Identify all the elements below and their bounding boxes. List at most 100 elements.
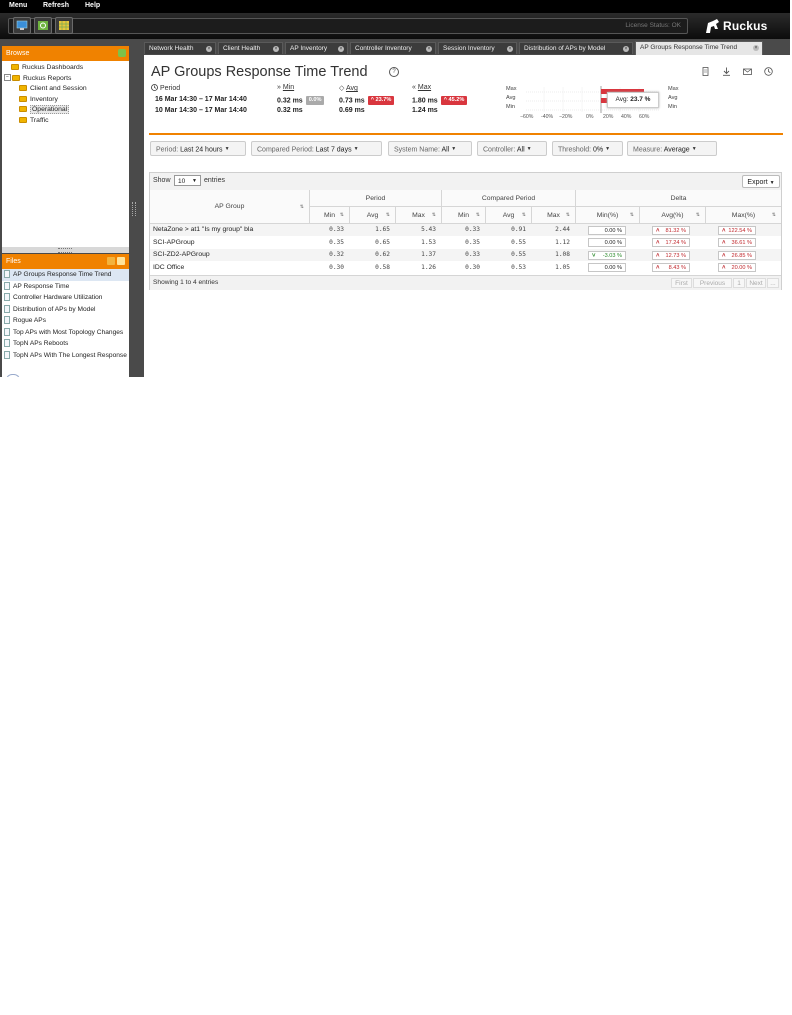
file-item[interactable]: Controller Hardware Utilization (2, 292, 129, 304)
sort-icon[interactable]: ⇅ (476, 207, 480, 224)
tree-node-label: Ruckus Dashboards (22, 64, 84, 71)
close-icon[interactable]: × (623, 46, 629, 52)
email-icon[interactable] (743, 67, 752, 76)
filter-value: Last 24 hours (180, 146, 223, 154)
sort-icon[interactable]: ⇅ (300, 190, 304, 224)
compared-max: 1.24 ms (412, 107, 438, 114)
download-icon[interactable] (722, 67, 731, 76)
tab-ap-inventory[interactable]: AP Inventory × (285, 42, 348, 54)
pager-next-button[interactable]: Next (746, 278, 766, 288)
pager--button[interactable]: ... (767, 278, 779, 288)
sort-icon[interactable]: ⇅ (386, 207, 390, 224)
folder-icon (19, 106, 27, 113)
delta-value: 122.54 % (728, 227, 752, 234)
vertical-splitter[interactable] (129, 39, 143, 377)
delta-min-header[interactable]: Min(%) ⇅ (576, 207, 640, 224)
delta-max-header[interactable]: Max(%) ⇅ (706, 207, 781, 224)
tree-node[interactable]: Ruckus Dashboards (2, 63, 129, 74)
refresh-icon[interactable] (34, 17, 52, 34)
arrow-up-icon: ˄ (722, 240, 726, 246)
period-max-header[interactable]: Max ⇅ (396, 207, 442, 224)
file-item[interactable]: Rogue APs (2, 315, 129, 327)
list-icon[interactable] (117, 257, 125, 265)
avg-label: Avg (345, 85, 358, 92)
tree-node[interactable]: Inventory (2, 95, 129, 106)
info-icon[interactable]: ? (389, 67, 399, 77)
file-item-label: Top APs with Most Topology Changes (13, 328, 124, 336)
menu-help[interactable]: Help (85, 2, 100, 9)
period-max-delta: ^ 45.2% (440, 96, 468, 105)
file-item[interactable]: AP Response Time (2, 281, 129, 293)
sort-icon[interactable]: ⇅ (630, 207, 634, 224)
tree-node[interactable]: − Ruckus Reports (2, 74, 129, 85)
compared-period-filter[interactable]: Compared Period: Last 7 days ▼ (251, 141, 382, 156)
delta-avg-header[interactable]: Avg(%) ⇅ (640, 207, 706, 224)
close-icon[interactable]: × (206, 46, 212, 52)
system-name-filter[interactable]: System Name: All ▼ (388, 141, 472, 156)
tab-client-health[interactable]: Client Health × (218, 42, 283, 54)
file-item[interactable]: Distribution of APs by Model (2, 304, 129, 316)
collapse-icon[interactable]: − (4, 74, 11, 82)
file-item-label: Rogue APs (13, 317, 46, 324)
tree-node[interactable]: Traffic (2, 116, 129, 127)
sort-icon[interactable]: ⇅ (522, 207, 526, 224)
controller-filter[interactable]: Controller: All ▼ (477, 141, 547, 156)
threshold-filter[interactable]: Threshold: 0% ▼ (552, 141, 623, 156)
close-icon[interactable]: × (273, 46, 279, 52)
compared-min-header[interactable]: Min ⇅ (442, 207, 486, 224)
report-grid-icon[interactable] (55, 17, 73, 34)
tree-node-label: Operational (30, 105, 70, 114)
export-button[interactable]: Export ▼ (742, 175, 780, 188)
menu-menu[interactable]: Menu (9, 2, 27, 9)
document-icon[interactable] (701, 67, 710, 76)
c-max-cell: 1.12 (555, 238, 570, 246)
period-min-header[interactable]: Min ⇅ (310, 207, 350, 224)
ap-group-header[interactable]: AP Group ⇅ (150, 190, 310, 224)
tab-controller-inventory[interactable]: Controller Inventory × (350, 42, 436, 54)
pager-1-button[interactable]: 1 (733, 278, 745, 288)
sort-icon[interactable]: ⇅ (696, 207, 700, 224)
pager-first-button[interactable]: First (671, 278, 692, 288)
file-item[interactable]: TopN APs With The Longest Response (2, 350, 129, 362)
monitor-icon[interactable] (13, 17, 31, 34)
menu-refresh[interactable]: Refresh (43, 2, 69, 9)
file-item[interactable]: AP Groups Response Time Trend (2, 269, 129, 281)
compared-avg: 0.69 ms (339, 107, 365, 114)
tree-node[interactable]: Client and Session (2, 84, 129, 95)
tab-session-inventory[interactable]: Session Inventory × (438, 42, 517, 54)
period-avg-header[interactable]: Avg ⇅ (350, 207, 396, 224)
tab-network-health[interactable]: Network Health × (144, 42, 216, 54)
tab-ap-groups-response-time-trend[interactable]: AP Groups Response Time Trend × (635, 41, 763, 55)
close-icon[interactable]: × (338, 46, 344, 52)
sort-icon[interactable]: ⇅ (340, 207, 344, 224)
c-min-cell: 0.30 (465, 263, 480, 271)
pager-previous-button[interactable]: Previous (693, 278, 732, 288)
compared-group-header-label: Compared Period (481, 195, 536, 202)
close-icon[interactable]: × (426, 46, 432, 52)
ap-group-cell: SCI-ZD2-APGroup (153, 251, 210, 258)
sort-icon[interactable]: ⇅ (432, 207, 436, 224)
clock-icon[interactable] (764, 67, 773, 76)
measure-filter[interactable]: Measure: Average ▼ (627, 141, 717, 156)
c-avg-cell: 0.53 (511, 263, 526, 271)
sort-icon[interactable]: ⇅ (772, 207, 776, 224)
page-size-select[interactable]: 10 ▼ (174, 175, 201, 186)
close-icon[interactable]: × (507, 46, 513, 52)
file-item[interactable]: Top APs with Most Topology Changes (2, 327, 129, 339)
period-filter[interactable]: Period: Last 24 hours ▼ (150, 141, 246, 156)
filter-label: Measure: (633, 146, 663, 154)
page-size-value: 10 (178, 178, 186, 185)
tree-node[interactable]: Operational (2, 105, 129, 116)
file-item[interactable]: TopN APs Reboots (2, 338, 129, 350)
tab-distribution-of-aps-by-model[interactable]: Distribution of APs by Model × (519, 42, 633, 54)
compared-avg-header[interactable]: Avg ⇅ (486, 207, 532, 224)
mini-tick: 20% (603, 114, 614, 120)
add-icon[interactable] (118, 49, 126, 57)
compared-max-header[interactable]: Max ⇅ (532, 207, 576, 224)
period-group-header-label: Period (365, 195, 386, 202)
sort-icon[interactable]: ⇅ (566, 207, 570, 224)
panel-splitter[interactable] (2, 247, 129, 253)
arrow-down-icon: ˅ (592, 252, 596, 259)
rss-icon[interactable] (107, 257, 115, 265)
close-icon[interactable]: × (753, 45, 759, 51)
